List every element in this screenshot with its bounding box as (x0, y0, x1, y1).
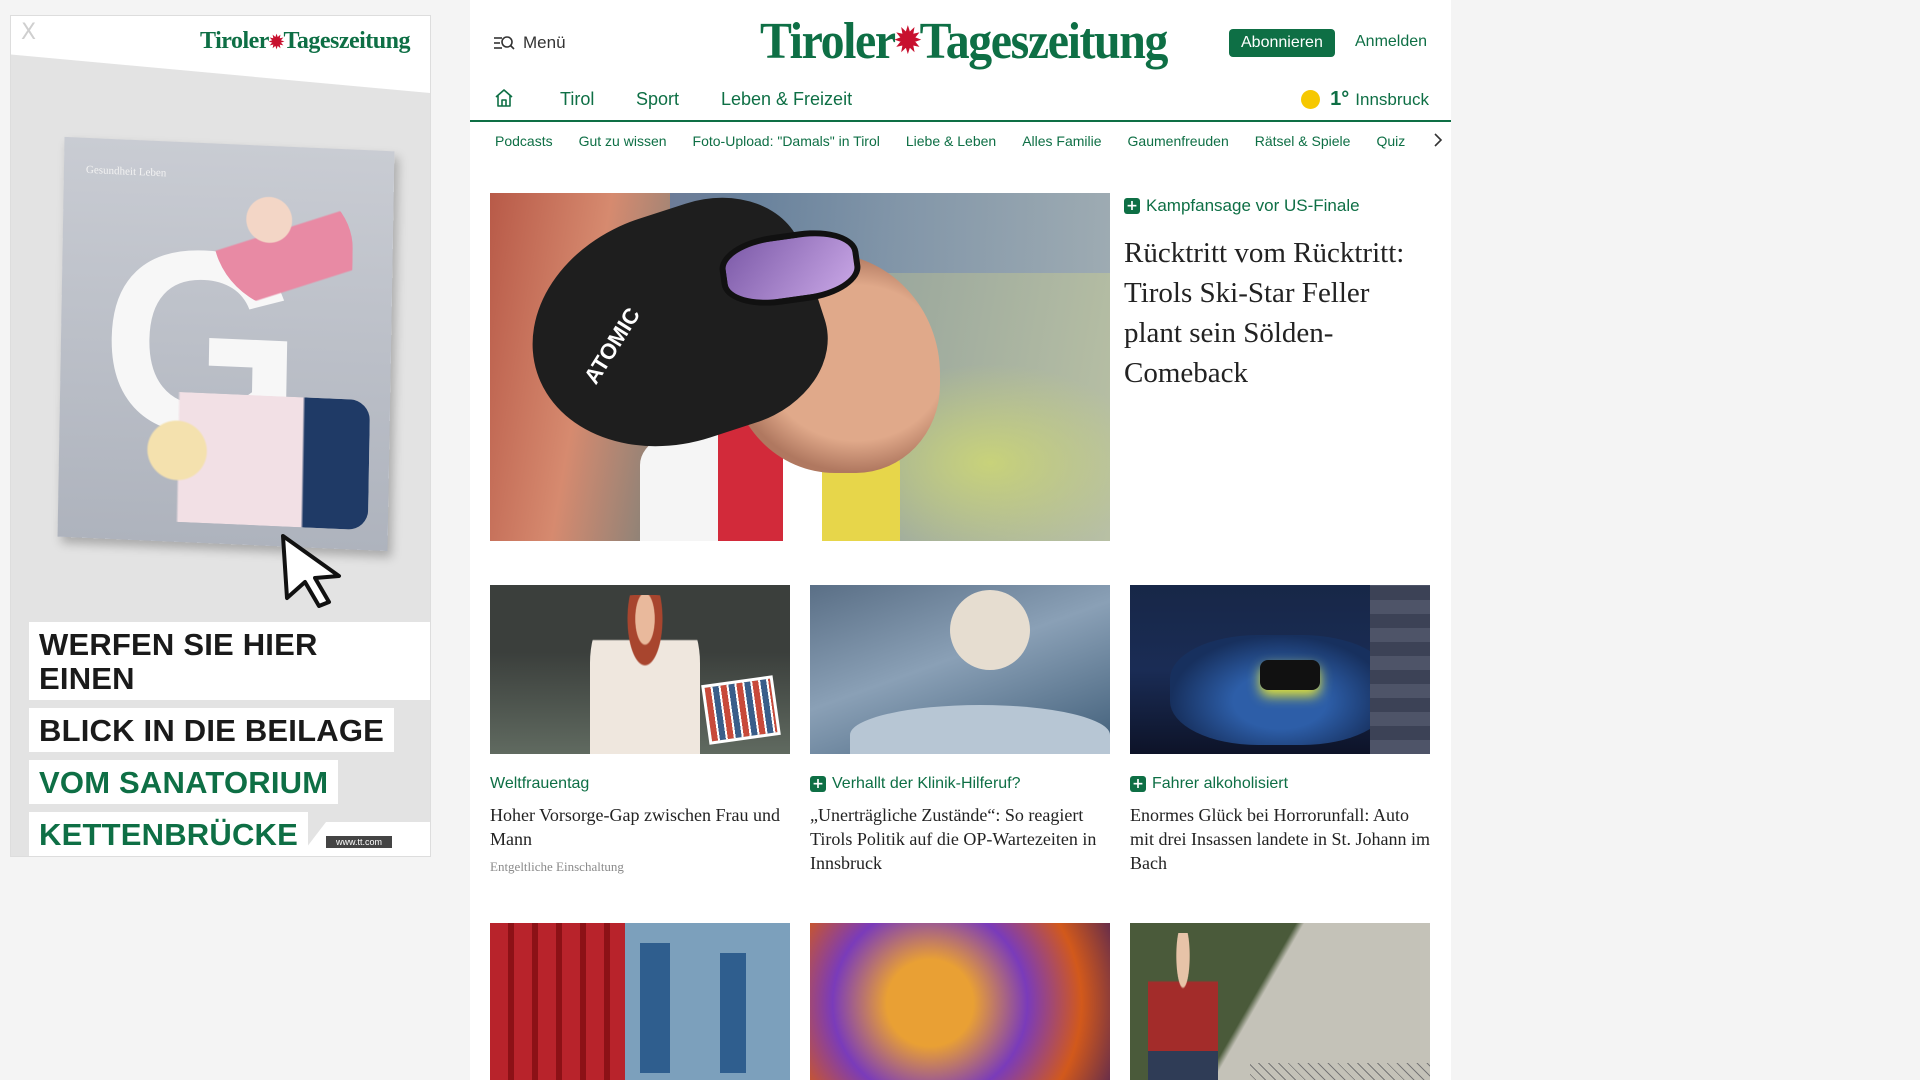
article-kicker-text: Weltfrauentag (490, 775, 590, 792)
subnav-item[interactable]: Rätsel & Spiele (1255, 133, 1351, 149)
eagle-icon: ✹ (268, 32, 284, 52)
ad-close-button[interactable]: X (21, 20, 36, 45)
image-car-shape (1260, 660, 1320, 690)
login-button[interactable]: Anmelden (1355, 33, 1427, 51)
image-person-shape (590, 595, 700, 754)
article-kicker: + Fahrer alkoholisiert (1130, 775, 1430, 793)
ad-headline: WERFEN SIE HIER EINEN BLICK IN DIE BEILAG… (29, 622, 430, 856)
subscribe-button[interactable]: Abonnieren (1229, 29, 1335, 57)
site-logo[interactable]: Tiroler✹Tageszeitung (760, 12, 1169, 71)
ad-logo: Tiroler✹Tageszeitung (200, 28, 411, 55)
article-image[interactable] (1130, 585, 1430, 754)
menu-button[interactable]: Menü (493, 33, 566, 53)
article-kicker: Weltfrauentag (490, 775, 790, 793)
article-image[interactable] (490, 923, 790, 1080)
subnav-item[interactable]: Foto-Upload: "Damals" in Tirol (693, 133, 880, 149)
article-kicker-text: Verhallt der Klinik-Hilferuf? (832, 775, 1021, 792)
hero-headline[interactable]: Rücktritt vom Rücktritt: Tirols Ski-Star… (1124, 233, 1424, 393)
nav-item-tirol[interactable]: Tirol (560, 89, 594, 110)
article-image[interactable] (490, 585, 790, 754)
image-man-shape (1148, 933, 1218, 1080)
article-headline[interactable]: Hoher Vorsorge-Gap zwischen Frau und Man… (490, 803, 790, 851)
article-headline[interactable]: Enormes Glück bei Horrorunfall: Auto mit… (1130, 803, 1430, 875)
main-nav: Tirol Sport Leben & Freizeit 1° Innsbruc… (470, 80, 1451, 122)
sun-icon (1301, 90, 1321, 109)
article-image[interactable] (1130, 923, 1430, 1080)
nav-item-sport[interactable]: Sport (636, 89, 679, 110)
image-magazine-shape (701, 675, 781, 745)
image-wall-shape (1370, 585, 1430, 754)
main-content: Menü Tiroler✹Tageszeitung Abonnieren Anm… (470, 0, 1451, 1080)
sub-nav: Podcasts Gut zu wissen Foto-Upload: "Damal… (470, 122, 1451, 160)
image-door-shape (720, 953, 746, 1073)
image-cloth-shape (850, 705, 1110, 754)
ad-magazine-title: Gesundheit Leben (85, 163, 167, 180)
subnav-item[interactable]: Gut zu wissen (579, 133, 667, 149)
image-door-shape (640, 943, 670, 1073)
subnav-item[interactable]: Gaumenfreuden (1128, 133, 1229, 149)
nav-item-leben-freizeit[interactable]: Leben & Freizeit (721, 89, 852, 110)
tyrol-eagle-icon: ✹ (894, 23, 921, 60)
ad-magazine-woman-photo (127, 389, 371, 531)
weather-temperature: 1° (1330, 88, 1350, 110)
hero-kicker[interactable]: + Kampfansage vor US-Finale (1124, 196, 1360, 216)
ad-headline-line: KETTENBRÜCKE (29, 812, 309, 856)
image-water-shape (1170, 635, 1390, 745)
subnav-item[interactable]: Podcasts (495, 133, 553, 149)
menu-search-icon (494, 36, 515, 50)
article-kicker: + Verhallt der Klinik-Hilferuf? (810, 775, 1110, 793)
image-bars-shape (490, 923, 625, 1080)
article-kicker-text: Fahrer alkoholisiert (1152, 775, 1289, 792)
article-headline[interactable]: „Unerträgliche Zustände“: So reagiert Ti… (810, 803, 1110, 875)
premium-plus-icon: + (810, 776, 826, 792)
weather-city: Innsbruck (1355, 89, 1429, 109)
ad-logo-left: Tiroler (200, 28, 269, 54)
chevron-right-icon[interactable] (1433, 132, 1443, 153)
ad-logo-right: Tageszeitung (283, 28, 411, 54)
menu-label: Menü (523, 33, 566, 52)
site-header: Menü Tiroler✹Tageszeitung Abonnieren Anm… (470, 0, 1451, 80)
article-card[interactable]: + Verhallt der Klinik-Hilferuf? „Unerträ… (810, 585, 1110, 875)
ad-magazine-cover: Gesundheit Leben G (57, 136, 395, 552)
ad-headline-line: WERFEN SIE HIER EINEN (29, 622, 430, 701)
sponsored-note: Entgeltliche Einschaltung (490, 859, 624, 874)
article-image[interactable] (810, 585, 1110, 754)
article-card[interactable]: Weltfrauentag Hoher Vorsorge-Gap zwische… (490, 585, 790, 875)
ad-headline-line: BLICK IN DIE BEILAGE (29, 708, 395, 753)
article-image[interactable] (810, 923, 1110, 1080)
home-icon[interactable] (494, 88, 514, 113)
subnav-item[interactable]: Quiz (1376, 133, 1405, 149)
ad-url: www.tt.com (325, 836, 392, 848)
subnav-item[interactable]: Alles Familie (1022, 133, 1101, 149)
weather-widget[interactable]: 1° Innsbruck (1301, 88, 1429, 111)
premium-plus-icon: + (1124, 198, 1140, 214)
image-glove-shape (950, 590, 1030, 670)
hero-image[interactable]: ATOMIC (490, 193, 1110, 541)
premium-plus-icon: + (1130, 776, 1146, 792)
logo-right: Tageszeitung (919, 13, 1169, 70)
logo-left: Tiroler (760, 13, 896, 70)
advertisement-banner[interactable]: X Tiroler✹Tageszeitung Gesundheit Leben … (10, 15, 431, 857)
subnav-item[interactable]: Liebe & Leben (906, 133, 996, 149)
image-fence-shape (1250, 1063, 1430, 1080)
ad-headline-line: VOM SANATORIUM (29, 760, 339, 805)
hero-kicker-text: Kampfansage vor US-Finale (1146, 196, 1360, 215)
article-card[interactable]: + Fahrer alkoholisiert Enormes Glück bei… (1130, 585, 1430, 875)
